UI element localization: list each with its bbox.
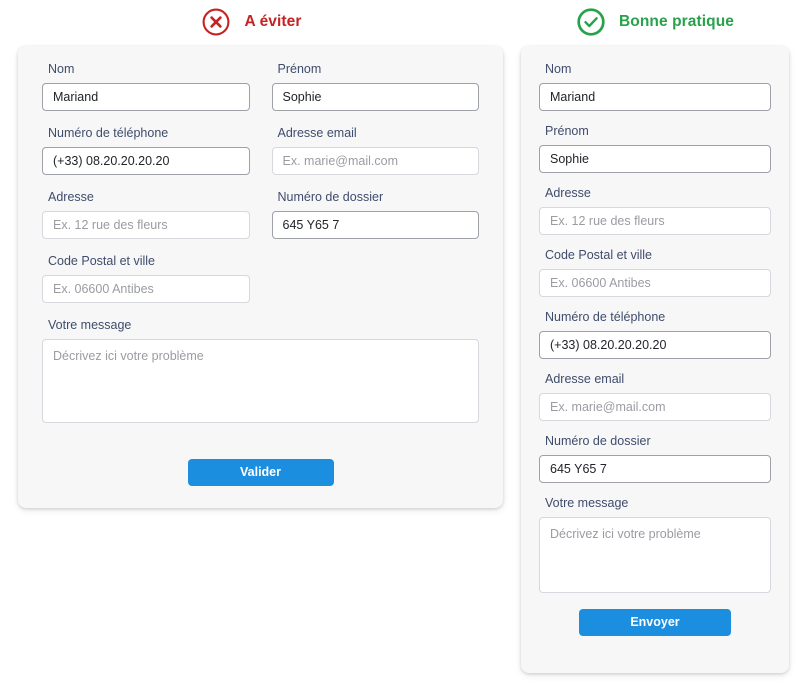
field-spacer [272,254,480,303]
input-telephone[interactable]: (+33) 08.20.20.20.20 [42,147,250,175]
field-label: Nom [545,62,771,77]
field-label: Numéro de téléphone [545,310,771,325]
field-label: Adresse [545,186,771,201]
input-email[interactable]: Ex. marie@mail.com [539,393,771,421]
field-label: Adresse [48,190,250,205]
field-label: Numéro de dossier [545,434,771,449]
field-email: Adresse email Ex. marie@mail.com [539,372,771,421]
field-prenom: Prénom Sophie [272,62,480,111]
field-message: Votre message Décrivez ici votre problèm… [539,496,771,593]
field-message: Votre message Décrivez ici votre problèm… [42,318,479,423]
comparison-stage: A éviter Bonne pratique Nom Mariand Prén… [0,0,809,691]
field-telephone: Numéro de téléphone (+33) 08.20.20.20.20 [42,126,250,175]
input-adresse[interactable]: Ex. 12 rue des fleurs [42,211,250,239]
bad-submit-row: Valider [42,459,479,486]
field-label: Adresse email [278,126,480,141]
field-numero-dossier: Numéro de dossier 645 Y65 7 [272,190,480,239]
field-nom: Nom Mariand [539,62,771,111]
field-label: Prénom [278,62,480,77]
input-numero-dossier[interactable]: 645 Y65 7 [272,211,480,239]
textarea-message[interactable]: Décrivez ici votre problème [42,339,479,423]
input-numero-dossier[interactable]: 645 Y65 7 [539,455,771,483]
field-label: Votre message [545,496,771,511]
field-prenom: Prénom Sophie [539,124,771,173]
field-label: Numéro de dossier [278,190,480,205]
input-nom[interactable]: Mariand [539,83,771,111]
bad-form-panel: Nom Mariand Prénom Sophie Numéro de télé… [18,46,503,508]
field-label: Code Postal et ville [545,248,771,263]
valider-button[interactable]: Valider [188,459,334,486]
envoyer-button[interactable]: Envoyer [579,609,731,636]
good-column-title: Bonne pratique [619,13,734,31]
input-code-postal[interactable]: Ex. 06600 Antibes [539,269,771,297]
bad-column-title: A éviter [244,13,301,31]
circle-x-icon [201,7,231,37]
textarea-message[interactable]: Décrivez ici votre problème [539,517,771,593]
field-label: Adresse email [545,372,771,387]
input-telephone[interactable]: (+33) 08.20.20.20.20 [539,331,771,359]
field-label: Votre message [48,318,479,333]
good-column-header: Bonne pratique [521,5,789,39]
input-nom[interactable]: Mariand [42,83,250,111]
field-label: Numéro de téléphone [48,126,250,141]
circle-check-icon [576,7,606,37]
good-form: Nom Mariand Prénom Sophie Adresse Ex. 12… [539,62,771,636]
field-label: Nom [48,62,250,77]
field-label: Prénom [545,124,771,139]
input-email[interactable]: Ex. marie@mail.com [272,147,480,175]
good-submit-row: Envoyer [539,609,771,636]
field-email: Adresse email Ex. marie@mail.com [272,126,480,175]
field-nom: Nom Mariand [42,62,250,111]
field-adresse: Adresse Ex. 12 rue des fleurs [539,186,771,235]
input-prenom[interactable]: Sophie [539,145,771,173]
input-adresse[interactable]: Ex. 12 rue des fleurs [539,207,771,235]
field-adresse: Adresse Ex. 12 rue des fleurs [42,190,250,239]
bad-column-header: A éviter [0,5,503,39]
field-code-postal: Code Postal et ville Ex. 06600 Antibes [42,254,250,303]
bad-form: Nom Mariand Prénom Sophie Numéro de télé… [42,62,479,486]
field-telephone: Numéro de téléphone (+33) 08.20.20.20.20 [539,310,771,359]
field-code-postal: Code Postal et ville Ex. 06600 Antibes [539,248,771,297]
input-prenom[interactable]: Sophie [272,83,480,111]
good-form-panel: Nom Mariand Prénom Sophie Adresse Ex. 12… [521,46,789,673]
input-code-postal[interactable]: Ex. 06600 Antibes [42,275,250,303]
field-label: Code Postal et ville [48,254,250,269]
field-numero-dossier: Numéro de dossier 645 Y65 7 [539,434,771,483]
